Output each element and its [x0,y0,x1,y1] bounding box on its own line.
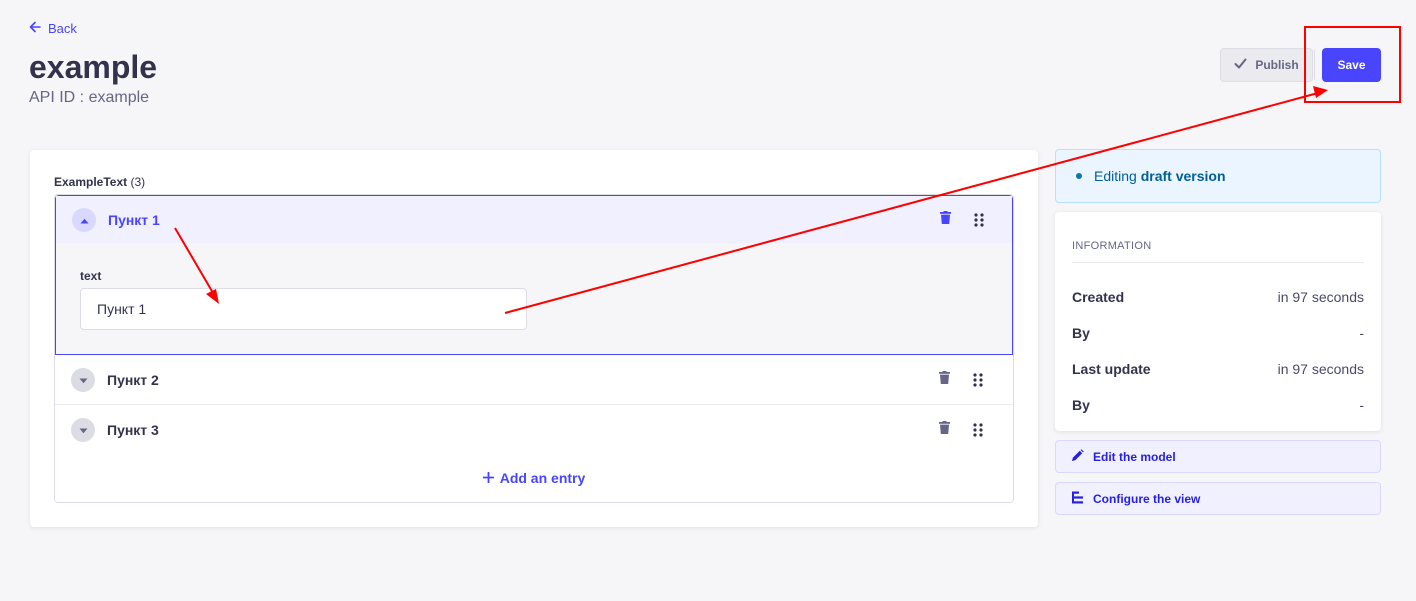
component-item-header[interactable]: Пункт 3 [55,405,1013,455]
component-item-title: Пункт 1 [108,212,160,228]
configure-view-button[interactable]: Configure the view [1055,482,1381,515]
configure-view-label: Configure the view [1093,491,1201,506]
delete-item-button[interactable] [937,371,951,389]
delete-item-button[interactable] [937,421,951,439]
drag-handle[interactable] [973,423,985,437]
publish-label: Publish [1255,58,1299,72]
back-label: Back [48,21,77,36]
add-entry-button[interactable]: Add an entry [55,454,1013,502]
api-id: API ID : example [29,89,150,106]
chevron-down-icon [79,421,88,439]
information-panel: Information Created in 97 seconds By - L… [1055,212,1381,431]
component-item: Пункт 1 text [55,195,1013,355]
drag-handle[interactable] [973,373,985,387]
component-item-title: Пункт 2 [107,372,159,388]
expand-toggle[interactable] [71,418,95,442]
chevron-up-icon [80,211,89,229]
delete-item-button[interactable] [938,211,952,229]
info-row-created: Created in 97 seconds [1072,289,1364,305]
component-field-name: ExampleText [54,175,128,189]
plus-icon [482,470,495,486]
page-title: example [29,49,158,85]
repeatable-component: Пункт 1 text Пункт 1 Пункт 2 Пункт 3 Add… [54,194,1014,503]
information-title: Information [1072,240,1152,252]
header-divider [1314,50,1315,80]
text-field-input[interactable] [80,288,527,330]
component-item-header[interactable]: Пункт 2 [55,355,1013,405]
component-field-count: (3) [130,175,146,189]
edit-form-card: ExampleText (3) Пункт 1 text Пункт 1 Пун… [30,150,1038,527]
back-link[interactable]: Back [29,21,77,36]
trash-icon [938,371,950,389]
component-field-label: ExampleText (3) [54,175,145,189]
chevron-down-icon [79,371,88,389]
arrow-left-icon [29,21,41,36]
drag-handle[interactable] [974,213,986,227]
collapse-toggle[interactable] [72,208,96,232]
trash-icon [938,421,950,439]
save-button[interactable]: Save [1322,48,1381,82]
draft-status-text: Editing draft version [1094,168,1226,184]
draft-status-banner: Editing draft version [1055,149,1381,203]
layout-icon [1071,491,1084,507]
pencil-icon [1071,448,1084,465]
drag-handle-icon [974,213,984,231]
info-row-updated-by: By - [1072,397,1364,413]
check-icon [1234,57,1247,73]
publish-button[interactable]: Publish [1220,48,1313,82]
component-item: Пункт 2 [55,355,1013,405]
status-dot [1076,173,1082,179]
content-manager-edit-view: Back example API ID : example Publish Sa… [0,0,1416,601]
info-row-created-by: By - [1072,325,1364,341]
component-item-header[interactable]: Пункт 1 [56,196,1012,243]
add-entry-label: Add an entry [499,470,586,486]
drag-handle-icon [973,423,983,441]
component-item: Пункт 3 [55,405,1013,455]
component-item-title: Пункт 3 [107,422,159,438]
trash-icon [939,211,951,229]
divider [1072,262,1364,263]
expand-toggle[interactable] [71,368,95,392]
text-field-label: text [80,269,102,283]
info-row-last-update: Last update in 97 seconds [1072,361,1364,377]
edit-model-button[interactable]: Edit the model [1055,440,1381,473]
edit-model-label: Edit the model [1093,449,1176,464]
drag-handle-icon [973,373,983,391]
